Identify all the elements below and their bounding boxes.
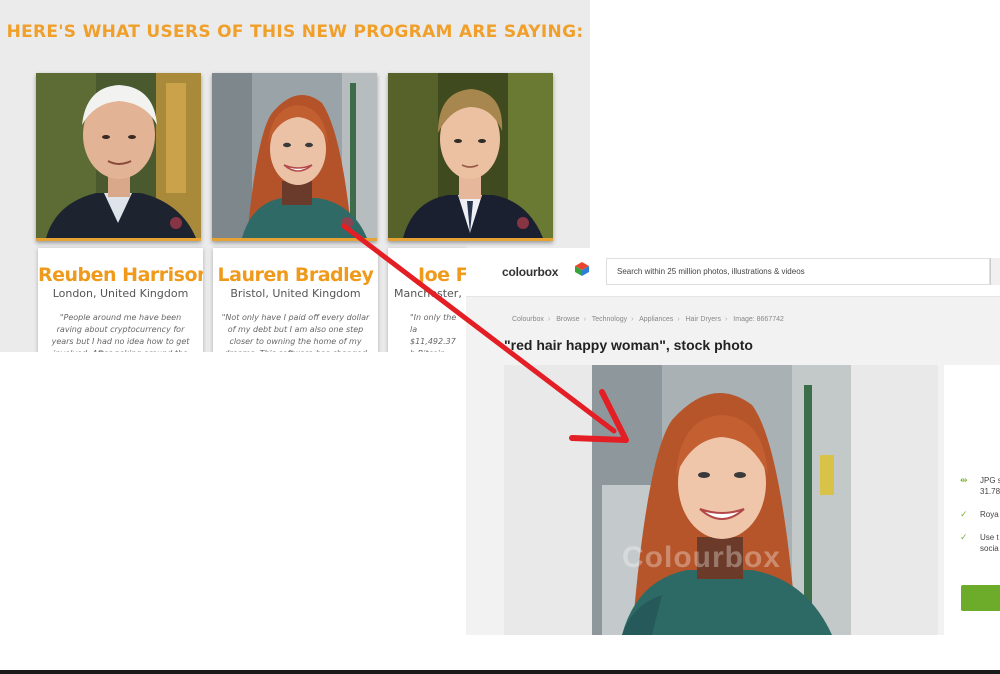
- breadcrumb-item[interactable]: Colourbox: [512, 316, 544, 323]
- testimonial-photo-reuben: [36, 73, 201, 241]
- search-button[interactable]: [990, 258, 1000, 285]
- stock-photo[interactable]: Colourbox: [592, 365, 851, 635]
- page-footer-area: [466, 635, 1000, 674]
- breadcrumb-current: Image: 8667742: [733, 316, 784, 323]
- resolution-icon: ⇹: [960, 475, 968, 485]
- colourbox-logo-icon: [575, 262, 589, 276]
- testimonial-card-joe: Joe Fl Manchester, U "In only the la $11…: [388, 248, 466, 352]
- watermark: Colourbox: [622, 541, 781, 574]
- testimonial-photo-joe: [388, 73, 553, 241]
- colourbox-screenshot: colourbox Colourbox› Browse› Technology›…: [466, 248, 1000, 674]
- purchase-sidebar: ⇹ JPG s 31.78 ✓ Roya ✓ Use t socia: [944, 365, 1000, 635]
- testimonial-quote: "People around me have been raving about…: [51, 313, 190, 352]
- testimonial-photo-lauren: [212, 73, 377, 241]
- search-bar: [606, 258, 1000, 285]
- testimonial-card-lauren: Lauren Bradley Bristol, United Kingdom "…: [213, 248, 378, 352]
- breadcrumb-item[interactable]: Appliances: [639, 316, 673, 323]
- testimonials-heading: HERE'S WHAT USERS OF THIS NEW PROGRAM AR…: [6, 22, 584, 42]
- search-input[interactable]: [607, 259, 1000, 284]
- breadcrumb-item[interactable]: Technology: [592, 316, 627, 323]
- testimonial-quote: "In only the la $11,492.37 h Bitcoin exc…: [410, 313, 457, 352]
- page-title: "red hair happy woman", stock photo: [504, 337, 753, 353]
- testimonial-name: Reuben Harrison: [38, 264, 203, 286]
- download-button[interactable]: [961, 585, 1000, 611]
- bottom-border: [0, 670, 1000, 674]
- testimonial-name: Joe Fl: [418, 264, 466, 286]
- colourbox-logo[interactable]: colourbox: [502, 265, 558, 279]
- check-icon: ✓: [960, 509, 968, 519]
- testimonial-name: Lauren Bradley: [217, 264, 374, 286]
- colourbox-header: colourbox: [466, 248, 1000, 297]
- testimonial-quote: "Not only have I paid off every dollar o…: [221, 313, 370, 352]
- breadcrumb: Colourbox › Browse › Technology › Appliance…: [512, 316, 784, 323]
- testimonial-card-reuben: Reuben Harrison London, United Kingdom "…: [38, 248, 203, 352]
- testimonial-location: London, United Kingdom: [52, 287, 189, 300]
- check-icon: ✓: [960, 532, 968, 542]
- testimonial-location: Manchester, U: [394, 287, 466, 300]
- testimonial-location: Bristol, United Kingdom: [230, 287, 361, 300]
- breadcrumb-item[interactable]: Hair Dryers: [686, 316, 721, 323]
- breadcrumb-item[interactable]: Browse: [556, 316, 579, 323]
